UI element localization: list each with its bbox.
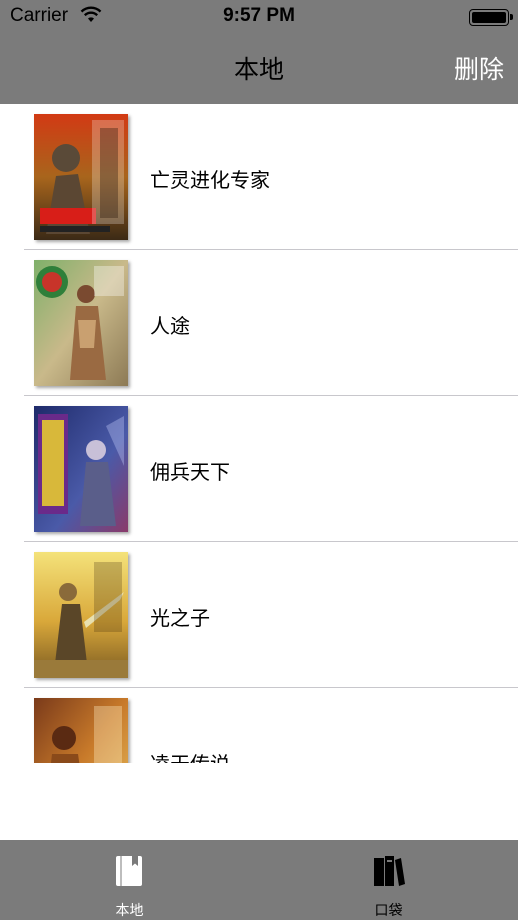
navigation-header: Carrier 9:57 PM 本地 删除 [0,0,518,104]
tab-pocket[interactable]: 口袋 [259,840,518,920]
book-title: 人途 [150,314,190,338]
book-cover-image [34,114,128,240]
list-item[interactable]: 凌天传说 [0,688,518,763]
book-title: 亡灵进化专家 [150,168,270,192]
list-item[interactable]: 佣兵天下 [0,396,518,542]
tab-label: 口袋 [374,903,403,919]
tab-bar: 本地 口袋 [0,840,518,920]
book-cover-image [34,552,128,678]
tab-label: 本地 [115,903,144,919]
book-cover-image [34,698,128,763]
status-time: 9:57 PM [223,5,295,26]
list-item[interactable]: 人途 [0,250,518,396]
book-icon [116,856,142,886]
list-item[interactable]: 亡灵进化专家 [0,104,518,250]
list-item[interactable]: 光之子 [0,542,518,688]
tab-local[interactable]: 本地 [0,840,259,920]
book-list[interactable]: 亡灵进化专家 人途 佣兵天下 光之子 [0,104,518,763]
book-title: 光之子 [150,606,210,630]
delete-button[interactable]: 删除 [454,50,504,86]
book-title: 佣兵天下 [150,460,230,484]
book-cover-image [34,260,128,386]
book-title: 凌天传说 [150,748,230,763]
page-title: 本地 [233,55,284,84]
bookshelf-icon [374,856,405,886]
battery-full-icon [469,9,513,26]
status-bar: Carrier 9:57 PM [0,0,518,34]
book-cover-image [34,406,128,532]
